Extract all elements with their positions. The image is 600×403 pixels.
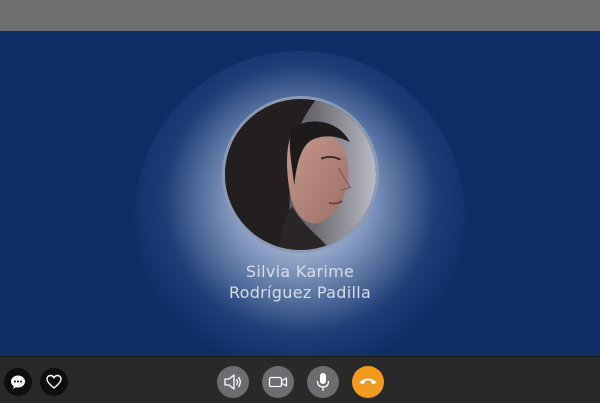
speaker-button[interactable] xyxy=(217,366,249,398)
end-call-button[interactable] xyxy=(352,366,384,398)
call-stage: Silvia Karime Rodríguez Padilla xyxy=(0,31,600,356)
caller-name: Silvia Karime Rodríguez Padilla xyxy=(150,261,450,303)
video-camera-icon xyxy=(268,376,288,388)
caller-photo xyxy=(225,99,376,250)
title-bar xyxy=(0,0,600,31)
chat-button[interactable] xyxy=(4,368,32,396)
call-controls-bar xyxy=(0,356,600,403)
caller-name-last: Rodríguez Padilla xyxy=(228,283,372,302)
chat-bubble-icon xyxy=(11,375,25,389)
favorite-button[interactable] xyxy=(40,368,68,396)
microphone-icon xyxy=(316,373,330,391)
video-button[interactable] xyxy=(262,366,294,398)
hang-up-icon xyxy=(359,378,377,385)
caller-avatar xyxy=(222,96,379,253)
speaker-icon xyxy=(224,374,241,390)
heart-icon xyxy=(46,374,62,389)
caller-name-first: Silvia Karime xyxy=(245,262,355,281)
microphone-button[interactable] xyxy=(307,366,339,398)
